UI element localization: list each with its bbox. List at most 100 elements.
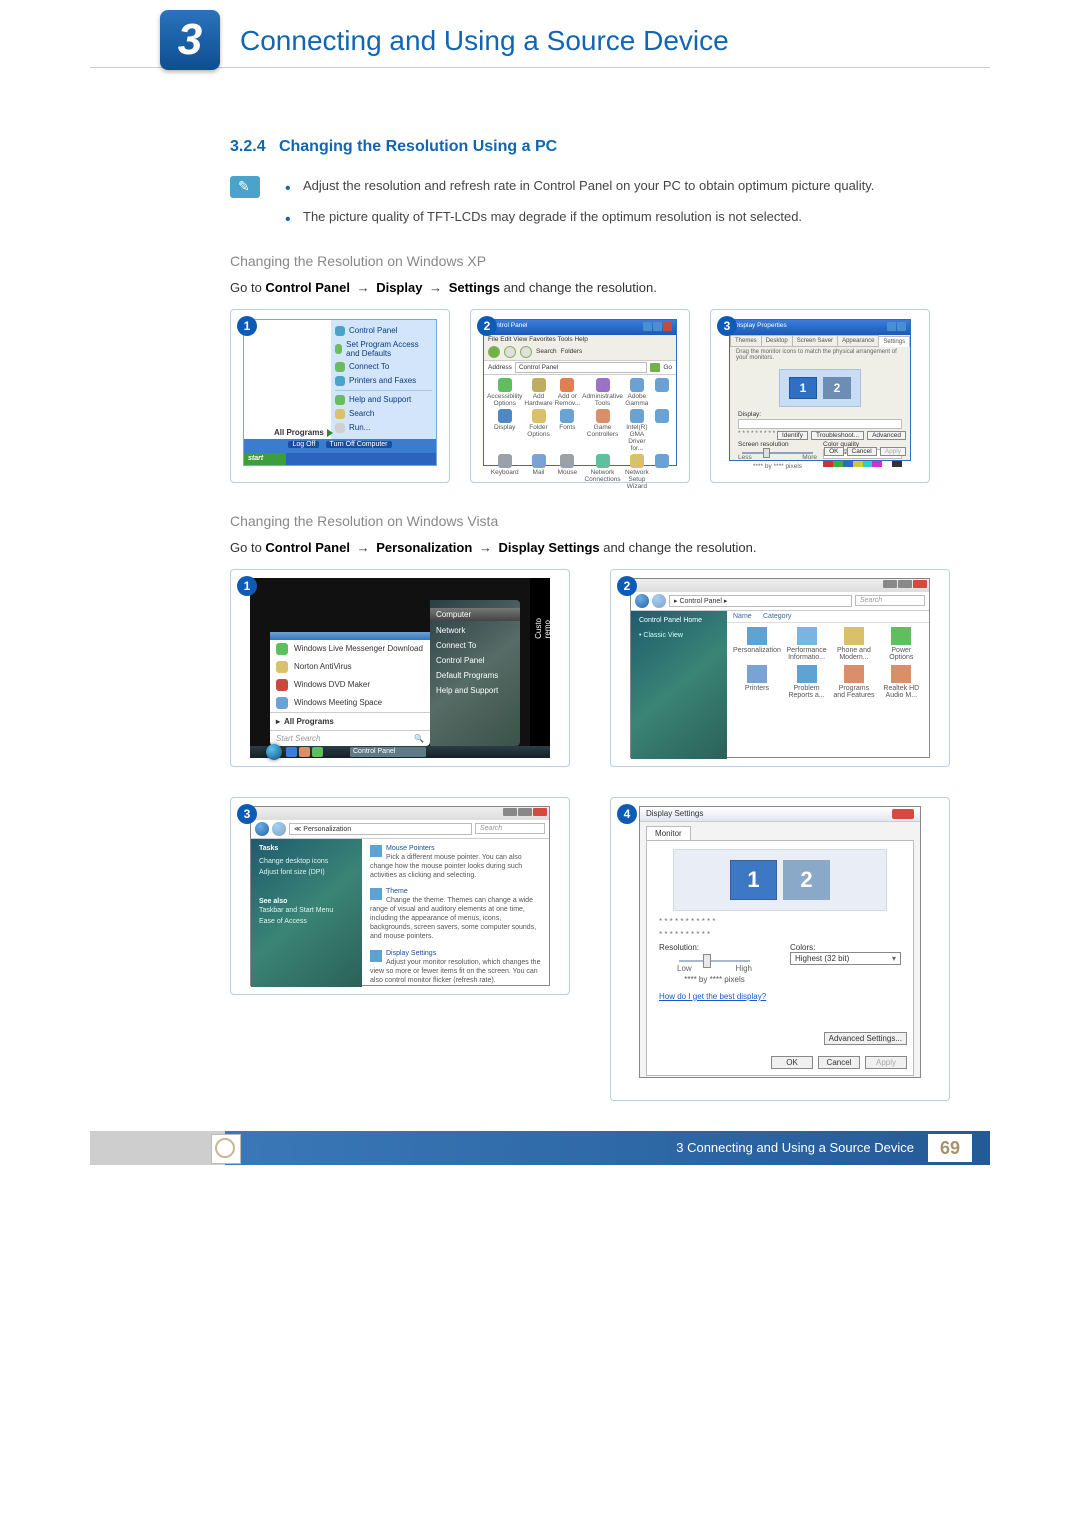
start-right-item: Default Programs bbox=[430, 668, 520, 683]
control-panel-item: Folder Options bbox=[524, 409, 552, 452]
start-right-header: Computer bbox=[430, 608, 520, 621]
column-header: Name Category bbox=[727, 611, 929, 623]
drag-hint: Drag the monitor icons to match the phys… bbox=[730, 347, 910, 363]
start-menu-item: Set Program Access and Defaults bbox=[331, 338, 436, 360]
window-title: Display Properties bbox=[734, 322, 787, 333]
control-panel-item: Network Setup Wizard bbox=[625, 454, 649, 490]
control-panel-item: Problem Reports a... bbox=[785, 665, 828, 699]
step-badge: 4 bbox=[617, 804, 637, 824]
note-icon bbox=[230, 176, 260, 198]
start-item: Norton AntiVirus bbox=[270, 658, 430, 676]
vista-step-text: Go to Control Panel → Personalization → … bbox=[230, 537, 950, 559]
placeholder-text: * * * * * * * * * * bbox=[659, 930, 901, 939]
control-panel-item: Realtek HD Audio M... bbox=[880, 665, 923, 699]
section-number: 3.2.4 bbox=[230, 138, 266, 155]
task-link: Change desktop icons bbox=[259, 856, 354, 867]
control-panel-item: Add Hardware bbox=[524, 378, 552, 407]
sidebar-heading: Control Panel Home bbox=[639, 617, 719, 624]
control-panel-item: Display bbox=[487, 409, 522, 452]
step-badge: 3 bbox=[717, 316, 737, 336]
monitor-1-icon: 1 bbox=[730, 860, 777, 900]
search-field: Search bbox=[475, 823, 545, 834]
menu-bar: File Edit View Favorites Tools Help bbox=[484, 335, 676, 344]
go-button bbox=[650, 363, 660, 372]
toolbar: Search Folders bbox=[484, 344, 676, 360]
chapter-number: 3 bbox=[160, 10, 220, 70]
control-panel-item: Mail bbox=[524, 454, 552, 490]
start-menu-item: Help and Support bbox=[331, 393, 436, 407]
step-badge: 3 bbox=[237, 804, 257, 824]
start-search: Start Search🔍 bbox=[270, 730, 430, 746]
start-header bbox=[270, 632, 430, 640]
monitor-2-icon: 2 bbox=[783, 860, 830, 900]
start-item: Windows DVD Maker bbox=[270, 676, 430, 694]
control-panel-item bbox=[651, 378, 673, 407]
control-panel-item: Fonts bbox=[555, 409, 581, 452]
vista-screenshot-2: 2 ▸ Control Panel ▸ Search bbox=[610, 569, 950, 767]
sidebar-link: • Classic View bbox=[639, 630, 719, 641]
page-number: 69 bbox=[928, 1134, 972, 1162]
control-panel-item: Administrative Tools bbox=[582, 378, 623, 407]
tab: Settings bbox=[878, 336, 910, 347]
step-badge: 2 bbox=[477, 316, 497, 336]
step-badge: 2 bbox=[617, 576, 637, 596]
control-panel-item: Programs and Features bbox=[832, 665, 875, 699]
control-panel-item: Phone and Modem... bbox=[832, 627, 875, 661]
chevron-right-icon bbox=[327, 429, 333, 437]
window-controls bbox=[886, 322, 906, 333]
control-panel-item: Adobe Gamma bbox=[625, 378, 649, 407]
tab: Screen Saver bbox=[792, 335, 838, 346]
start-right-item: Control Panel bbox=[430, 653, 520, 668]
note-item: Adjust the resolution and refresh rate i… bbox=[285, 176, 950, 197]
vista-screenshot-1: 1 Windows Live Messenger DownloadNorton … bbox=[230, 569, 570, 767]
forward-icon bbox=[272, 822, 286, 836]
address-path: ≪ Personalization bbox=[289, 823, 472, 835]
monitor-1-icon: 1 bbox=[789, 377, 817, 399]
start-menu-item: Control Panel bbox=[331, 324, 436, 338]
address-field: Control Panel bbox=[515, 362, 647, 373]
step-badge: 1 bbox=[237, 316, 257, 336]
control-panel-item: Personalization bbox=[733, 627, 781, 661]
xp-screenshot-1: 1 Control PanelSet Program Access and De… bbox=[230, 309, 450, 483]
advanced-button: Advanced Settings... bbox=[824, 1032, 907, 1045]
close-icon bbox=[892, 809, 914, 819]
section-title: Changing the Resolution Using a PC bbox=[279, 138, 557, 155]
control-panel-item: Intel(R) GMA Driver for... bbox=[625, 409, 649, 452]
window-controls bbox=[251, 807, 549, 820]
search-icon: 🔍 bbox=[414, 734, 424, 743]
xp-step-text: Go to Control Panel → Display → Settings… bbox=[230, 277, 950, 299]
resolution-slider bbox=[742, 452, 813, 454]
cancel-button: Cancel bbox=[818, 1056, 860, 1069]
start-orb-icon bbox=[266, 744, 282, 760]
apply-button: Apply bbox=[880, 447, 906, 456]
start-item: Windows Live Messenger Download bbox=[270, 640, 430, 658]
start-right-item: Connect To bbox=[430, 638, 520, 653]
control-panel-item bbox=[651, 409, 673, 452]
identify-button: Identify bbox=[777, 431, 808, 440]
start-menu-item: Printers and Faxes bbox=[331, 374, 436, 388]
xp-screenshot-3: 3 Display Properties ThemesDesktopScreen… bbox=[710, 309, 930, 483]
forward-icon bbox=[652, 594, 666, 608]
turnoff-button: Turn Off Computer bbox=[326, 441, 392, 448]
personalization-block: ThemeChange the theme. Themes can change… bbox=[370, 888, 541, 941]
vista-screenshot-4: 4 Display Settings Monitor 1 2 * bbox=[610, 797, 950, 1101]
taskbar-control-panel: Control Panel bbox=[350, 747, 426, 757]
colors-dropdown: Highest (32 bit) bbox=[790, 952, 901, 965]
control-panel-item: Accessibility Options bbox=[487, 378, 522, 407]
footer: 3 Connecting and Using a Source Device 6… bbox=[90, 1131, 990, 1165]
tasks-heading: Tasks bbox=[259, 845, 354, 852]
tab: Themes bbox=[730, 335, 762, 346]
control-panel-item: Mouse bbox=[555, 454, 581, 490]
logoff-button: Log Off bbox=[288, 441, 319, 448]
personalization-block: Display SettingsAdjust your monitor reso… bbox=[370, 950, 541, 985]
start-menu-item: Run... bbox=[331, 421, 436, 435]
up-icon bbox=[520, 346, 532, 358]
start-button: start bbox=[244, 453, 286, 465]
see-also-link: Ease of Access bbox=[259, 916, 354, 927]
start-right-item: Network bbox=[430, 623, 520, 638]
back-icon bbox=[488, 346, 500, 358]
personalization-block: Mouse PointersPick a different mouse poi… bbox=[370, 845, 541, 880]
tab: Appearance bbox=[837, 335, 879, 346]
back-icon bbox=[255, 822, 269, 836]
search-field: Search bbox=[855, 595, 925, 606]
